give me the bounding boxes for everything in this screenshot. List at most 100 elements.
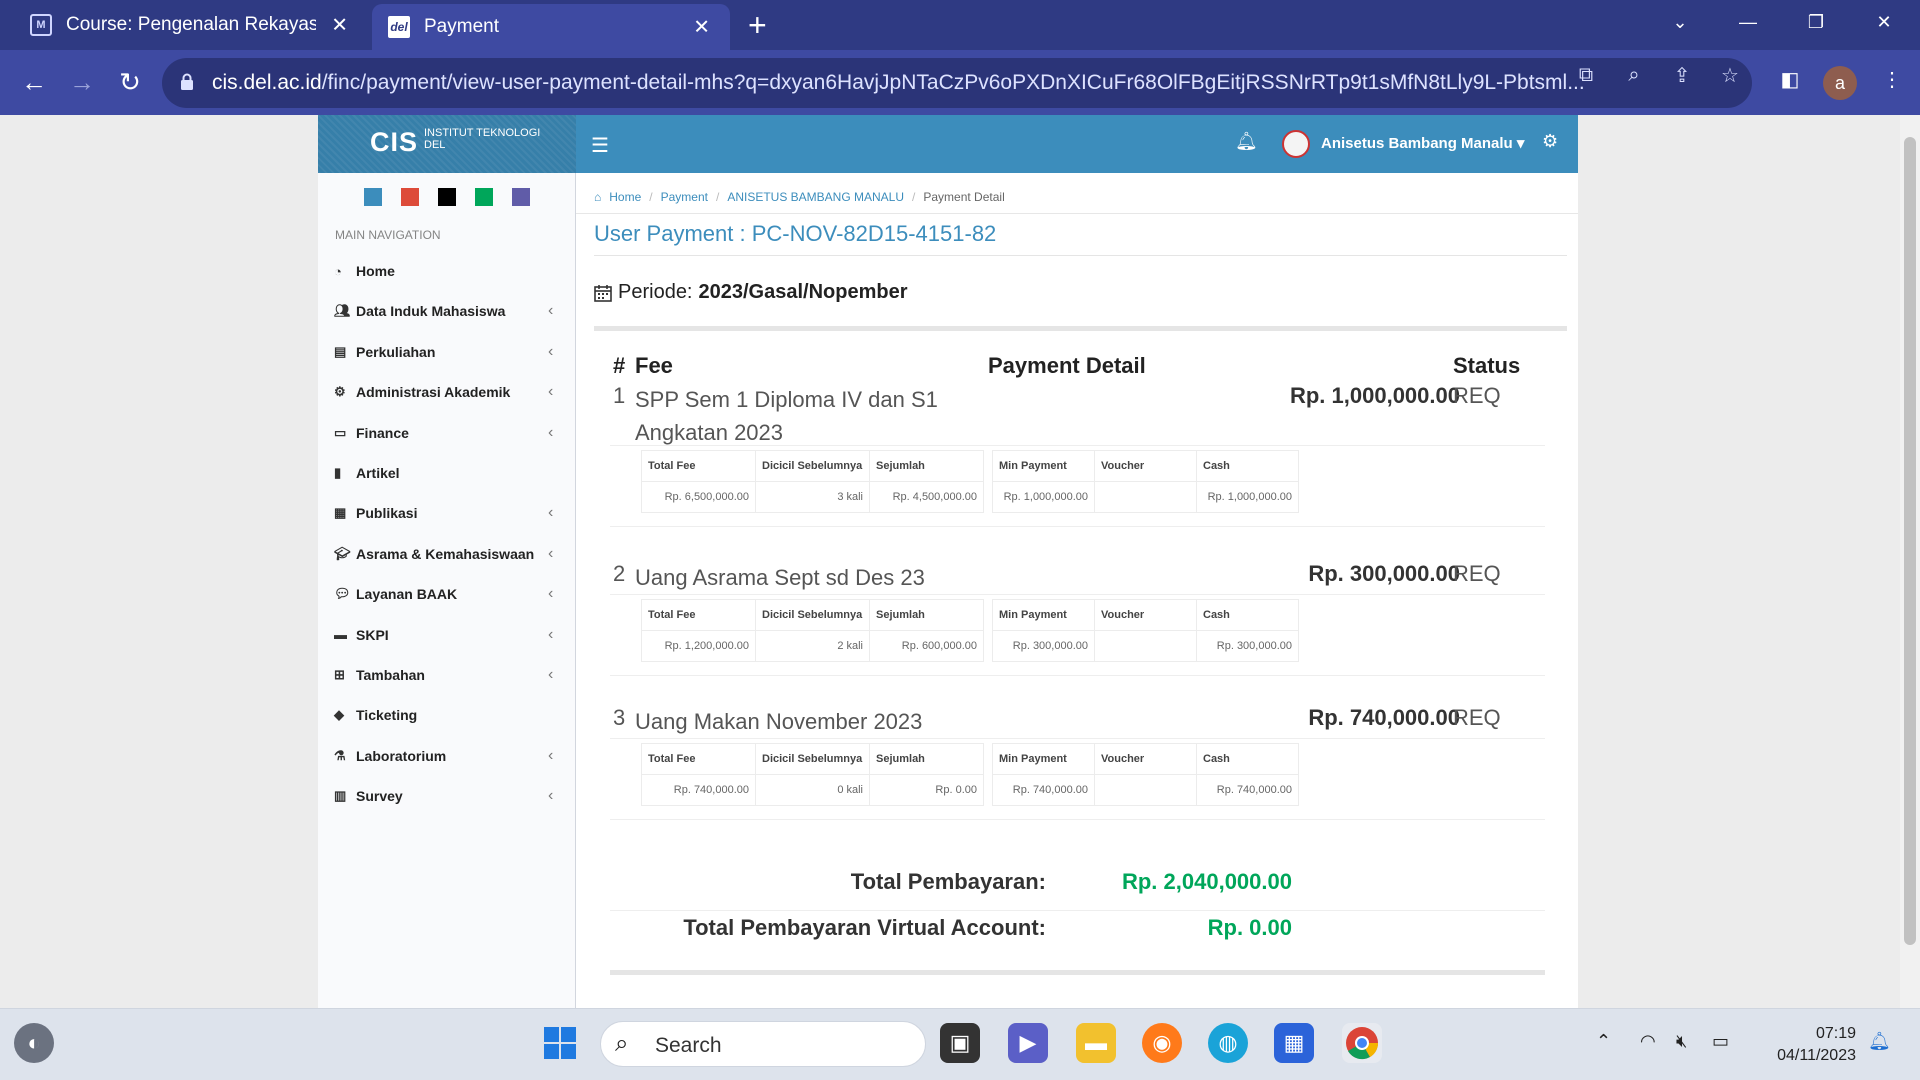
sidebar-item-finance[interactable]: ▭ Finance ‹ bbox=[334, 418, 560, 448]
chrome-icon[interactable] bbox=[1342, 1023, 1382, 1063]
mini-header: Voucher bbox=[1094, 450, 1197, 482]
sidebar-item-laboratorium[interactable]: ⚗ Laboratorium ‹ bbox=[334, 741, 560, 771]
archive-icon: ▬ bbox=[334, 627, 347, 643]
tab-payment[interactable]: del Payment ✕ bbox=[372, 4, 730, 50]
search-icon: ⌕ bbox=[615, 1030, 629, 1057]
col-header-num: # bbox=[613, 353, 626, 378]
volume-muted-icon[interactable]: 🔇︎ bbox=[1676, 1031, 1687, 1052]
chevron-left-icon: ‹ bbox=[548, 423, 554, 441]
edge-icon[interactable]: ◍ bbox=[1208, 1023, 1248, 1063]
new-tab-button[interactable]: + bbox=[748, 6, 767, 44]
chevron-left-icon: ‹ bbox=[548, 383, 554, 401]
bell-icon[interactable]: 🔔︎ bbox=[1235, 131, 1258, 152]
top-header: CIS INSTITUT TEKNOLOGI DEL ☰ 🔔︎ Anisetus… bbox=[318, 115, 1578, 173]
restore-button[interactable]: ❐ bbox=[1786, 0, 1846, 44]
breadcrumb-user[interactable]: ANISETUS BAMBANG MANALU bbox=[727, 190, 904, 204]
sidebar-item-tambahan[interactable]: ⊞ Tambahan ‹ bbox=[334, 660, 560, 690]
store-icon[interactable]: ▦ bbox=[1274, 1023, 1314, 1063]
file-explorer-icon[interactable]: ▬ bbox=[1076, 1023, 1116, 1063]
mini-header: Total Fee bbox=[641, 450, 756, 482]
user-avatar[interactable] bbox=[1282, 130, 1310, 158]
reload-button[interactable]: ↻ bbox=[110, 62, 150, 102]
newspaper-icon: ▦ bbox=[334, 505, 347, 521]
close-icon[interactable]: ✕ bbox=[331, 13, 348, 38]
page-scrollbar[interactable] bbox=[1900, 115, 1920, 1008]
money-icon: ▭ bbox=[334, 424, 347, 440]
tab-title: Course: Pengenalan Rekayasa Pe bbox=[66, 14, 316, 35]
skin-swatch-1[interactable] bbox=[401, 188, 419, 206]
sidebar-toggle-icon[interactable]: ☰ bbox=[591, 133, 609, 158]
widgets-icon[interactable]: ◐ bbox=[14, 1023, 54, 1063]
notification-bell-icon[interactable]: 🔔︎ bbox=[1868, 1031, 1891, 1052]
sidebar-item-data-induk-mahasiswa[interactable]: 👥︎ Data Induk Mahasiswa ‹ bbox=[334, 296, 560, 326]
sidebar-item-publikasi[interactable]: ▦ Publikasi ‹ bbox=[334, 498, 560, 528]
sidebar-item-label: Administrasi Akademik bbox=[356, 384, 511, 401]
book-icon: ▤ bbox=[334, 343, 347, 359]
sidebar-item-asrama-kemahasiswaan[interactable]: 🎓︎ Asrama & Kemahasiswaan ‹ bbox=[334, 539, 560, 569]
close-window-button[interactable]: ✕ bbox=[1854, 0, 1914, 44]
skin-swatch-3[interactable] bbox=[475, 188, 493, 206]
mini-header: Sejumlah bbox=[869, 743, 984, 775]
main-content: ⌂ Home / Payment / ANISETUS BAMBANG MANA… bbox=[576, 173, 1578, 1008]
close-icon[interactable]: ✕ bbox=[693, 15, 710, 40]
cogs-icon: ⚙ bbox=[334, 384, 346, 400]
page-title: User Payment : PC-NOV-82D15-4151-82 bbox=[594, 221, 997, 246]
teams-icon[interactable]: ▶ bbox=[1008, 1023, 1048, 1063]
sidebar-item-ticketing[interactable]: ◆ Ticketing bbox=[334, 700, 560, 730]
address-bar[interactable]: cis.del.ac.id/finc/payment/view-user-pay… bbox=[162, 58, 1752, 108]
taskbar-search[interactable]: ⌕ Search bbox=[600, 1021, 926, 1067]
tab-search-icon[interactable]: ⌄ bbox=[1650, 0, 1710, 44]
bookmark-star-icon[interactable]: ☆ bbox=[1716, 62, 1744, 88]
mini-value-sejumlah: Rp. 0.00 bbox=[869, 774, 984, 806]
periode: Periode: 2023/Gasal/Nopember bbox=[594, 281, 908, 304]
sidebar-item-perkuliahan[interactable]: ▤ Perkuliahan ‹ bbox=[334, 337, 560, 367]
zoom-icon[interactable]: ⌕ bbox=[1620, 62, 1648, 88]
wifi-icon[interactable]: ◠ bbox=[1640, 1031, 1656, 1052]
tab-course[interactable]: M Course: Pengenalan Rekayasa Pe ✕ bbox=[0, 0, 368, 50]
back-button[interactable]: ← bbox=[14, 62, 54, 102]
fee-number: 1 bbox=[613, 383, 626, 408]
breadcrumb-home[interactable]: Home bbox=[609, 190, 641, 204]
translate-icon[interactable]: ⧉ bbox=[1572, 62, 1600, 88]
gears-icon[interactable]: ⚙ bbox=[1542, 131, 1558, 152]
clock[interactable]: 07:19 04/11/2023 bbox=[1756, 1023, 1856, 1067]
search-label: Search bbox=[655, 1034, 722, 1057]
skin-swatch-4[interactable] bbox=[512, 188, 530, 206]
firefox-icon[interactable]: ◉ bbox=[1142, 1023, 1182, 1063]
skin-swatch-0[interactable] bbox=[364, 188, 382, 206]
fee-amount: Rp. 1,000,000.00 bbox=[1289, 383, 1460, 408]
profile-avatar[interactable]: a bbox=[1823, 66, 1857, 100]
sidebar-item-administrasi-akademik[interactable]: ⚙ Administrasi Akademik ‹ bbox=[334, 377, 560, 407]
side-panel-icon[interactable]: ◧ bbox=[1776, 66, 1804, 92]
task-view-icon[interactable]: ▣ bbox=[940, 1023, 980, 1063]
forward-button[interactable]: → bbox=[62, 62, 102, 102]
user-menu[interactable]: Anisetus Bambang Manalu ▾ bbox=[1321, 134, 1524, 152]
skin-swatch-2[interactable] bbox=[438, 188, 456, 206]
sidebar-item-layanan-baak[interactable]: 💬︎ Layanan BAAK ‹ bbox=[334, 579, 560, 609]
sidebar-item-survey[interactable]: ▥ Survey ‹ bbox=[334, 781, 560, 811]
logo[interactable]: CIS INSTITUT TEKNOLOGI DEL bbox=[318, 115, 576, 173]
sidebar-item-label: Asrama & Kemahasiswaan bbox=[356, 545, 535, 562]
chevron-left-icon: ‹ bbox=[548, 544, 554, 562]
taskbar: ◐ ⌕ Search ▣ ▶ ▬ ◉ ◍ ▦ ⌃ ◠ 🔇︎ ▭ 07:19 04… bbox=[0, 1008, 1920, 1080]
logo-subtext: INSTITUT TEKNOLOGI DEL bbox=[424, 127, 541, 151]
mini-value-cash: Rp. 740,000.00 bbox=[1196, 774, 1299, 806]
mini-value-min-payment: Rp. 300,000.00 bbox=[992, 630, 1095, 662]
flask-icon: ⚗ bbox=[334, 747, 346, 763]
lock-icon bbox=[181, 73, 193, 90]
fee-number: 3 bbox=[613, 705, 626, 730]
sidebar-item-skpi[interactable]: ▬ SKPI ‹ bbox=[334, 620, 560, 650]
start-button[interactable] bbox=[540, 1023, 580, 1063]
battery-icon[interactable]: ▭ bbox=[1712, 1031, 1729, 1052]
sidebar-item-home[interactable]: ◔ Home bbox=[334, 256, 560, 286]
tray-overflow-icon[interactable]: ⌃ bbox=[1596, 1031, 1611, 1052]
payment-detail-table: Min Payment Voucher Cash Rp. 740,000.00 Rp. … bbox=[992, 743, 1299, 806]
breadcrumb-payment[interactable]: Payment bbox=[661, 190, 708, 204]
share-icon[interactable]: ⇪ bbox=[1668, 62, 1696, 88]
kebab-menu-icon[interactable]: ⋮ bbox=[1878, 66, 1906, 92]
scrollbar-thumb[interactable] bbox=[1904, 137, 1916, 945]
mini-value-voucher bbox=[1094, 630, 1197, 662]
graduation-cap-icon: 🎓︎ bbox=[334, 545, 351, 561]
sidebar-item-artikel[interactable]: ▮ Artikel bbox=[334, 458, 560, 488]
minimize-button[interactable]: — bbox=[1718, 0, 1778, 44]
